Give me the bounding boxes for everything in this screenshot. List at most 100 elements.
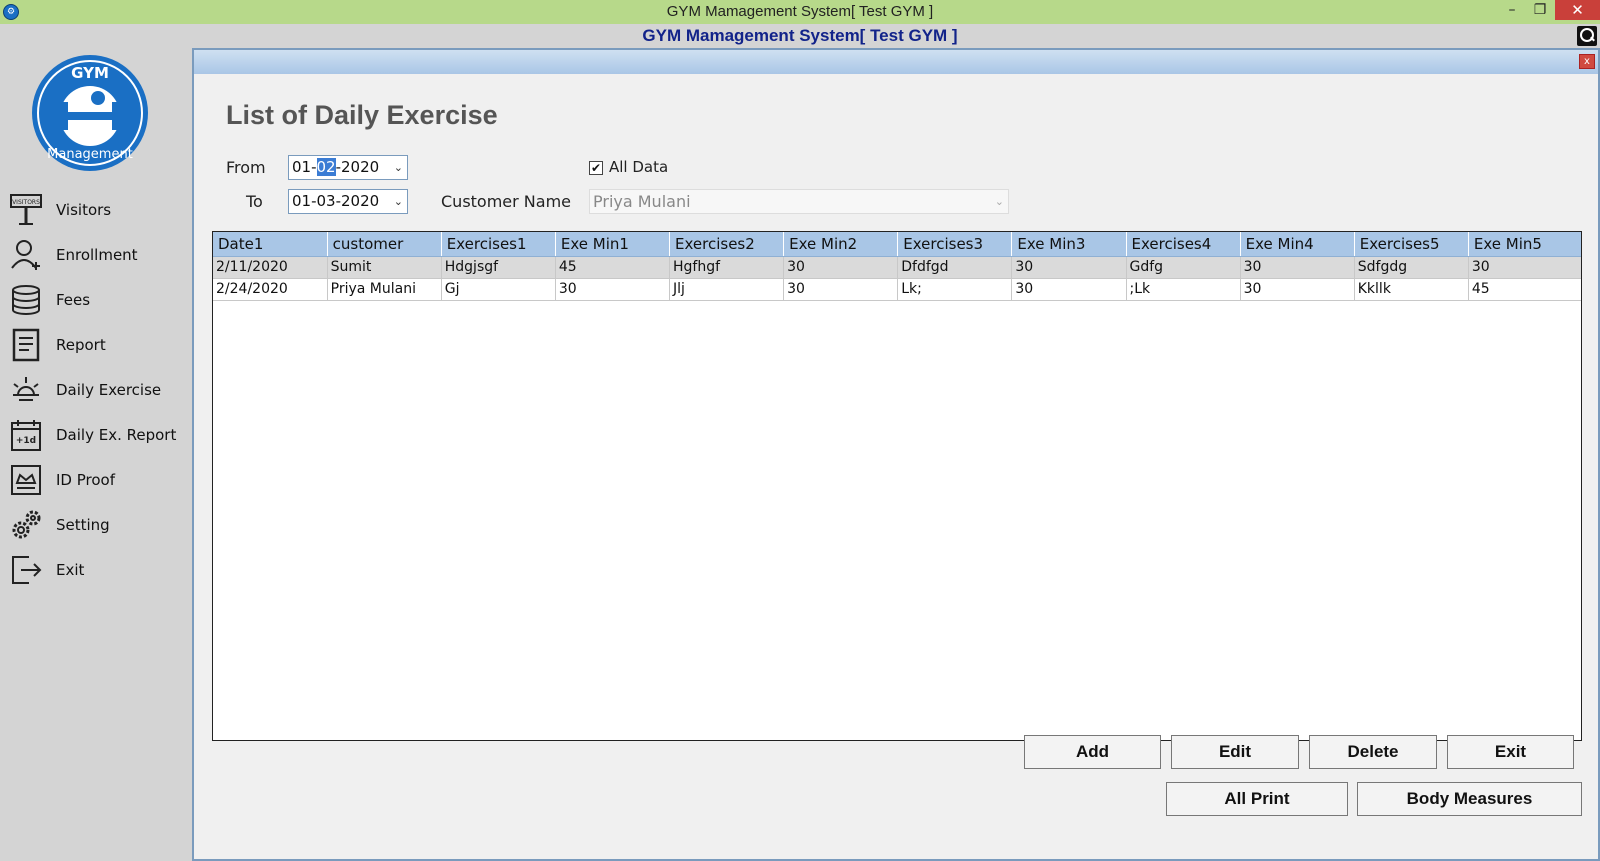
sidebar-item-label: Setting <box>56 516 110 534</box>
search-icon[interactable] <box>1577 26 1597 46</box>
table-cell: 45 <box>1468 278 1581 301</box>
from-date-selected: 02 <box>316 158 336 176</box>
table-cell: 30 <box>783 278 899 301</box>
gym-logo: GYM Management <box>32 55 148 171</box>
sidebar: GYM Management VISITORS Visitors Enrollm… <box>0 48 192 861</box>
id-card-icon <box>8 462 44 498</box>
column-header[interactable]: Exercises1 <box>441 232 556 257</box>
form-close-button[interactable]: x <box>1579 54 1595 69</box>
table-cell: Kkllk <box>1354 278 1469 301</box>
exit-door-icon <box>8 552 44 588</box>
all-data-checkbox[interactable]: ✔ <box>589 161 603 175</box>
sidebar-item-label: Fees <box>56 291 91 309</box>
table-cell: 2/11/2020 <box>213 256 328 279</box>
column-header[interactable]: Exe Min4 <box>1240 232 1355 257</box>
table-cell: Gdfg <box>1126 256 1241 279</box>
window-titlebar: ⚙ GYM Mamagement System[ Test GYM ] – ❐ … <box>0 0 1600 24</box>
column-header[interactable]: Exe Min5 <box>1468 232 1581 257</box>
table-cell: 30 <box>783 256 899 279</box>
table-cell: Sdfgdg <box>1354 256 1469 279</box>
mdi-title: GYM Mamagement System[ Test GYM ] <box>642 26 958 45</box>
svg-text:+1d: +1d <box>16 436 36 446</box>
chevron-down-icon[interactable]: ⌄ <box>394 190 403 213</box>
table-cell: Sumit <box>327 256 442 279</box>
column-header[interactable]: Exe Min3 <box>1011 232 1127 257</box>
calendar-plus-icon: +1d <box>8 417 44 453</box>
from-date-post: -2020 <box>335 158 380 176</box>
table-cell: 30 <box>1468 256 1581 279</box>
all-print-button[interactable]: All Print <box>1166 782 1348 816</box>
sidebar-item-fees[interactable]: Fees <box>8 280 192 320</box>
to-date-picker[interactable]: 01-03-2020 ⌄ <box>288 189 408 214</box>
coins-icon <box>8 282 44 318</box>
sidebar-item-label: ID Proof <box>56 471 115 489</box>
sidebar-item-daily-ex-report[interactable]: +1d Daily Ex. Report <box>8 415 192 455</box>
table-cell: Priya Mulani <box>327 278 442 301</box>
table-cell: 30 <box>1240 256 1355 279</box>
from-date-pre: 01- <box>292 158 317 176</box>
page-title: List of Daily Exercise <box>226 100 498 130</box>
sidebar-item-id-proof[interactable]: ID Proof <box>8 460 192 500</box>
table-cell: ;Lk <box>1126 278 1241 301</box>
column-header[interactable]: Exe Min1 <box>555 232 671 257</box>
to-label: To <box>246 192 263 211</box>
table-cell: Hdgjsgf <box>441 256 556 279</box>
table-cell: Lk; <box>897 278 1013 301</box>
svg-text:VISITORS: VISITORS <box>12 199 40 206</box>
body-measures-button[interactable]: Body Measures <box>1357 782 1582 816</box>
sidebar-item-exit[interactable]: Exit <box>8 550 192 590</box>
visitors-sign-icon: VISITORS <box>8 192 44 228</box>
maximize-button[interactable]: ❐ <box>1520 0 1560 20</box>
sidebar-item-setting[interactable]: Setting <box>8 505 192 545</box>
edit-button[interactable]: Edit <box>1171 735 1299 769</box>
exercise-grid[interactable]: Date1 customer Exercises1 Exe Min1 Exerc… <box>212 231 1582 741</box>
form-titlebar <box>194 48 1598 74</box>
sidebar-item-label: Enrollment <box>56 246 138 264</box>
report-document-icon <box>8 327 44 363</box>
column-header[interactable]: Exercises5 <box>1354 232 1469 257</box>
window-close-button[interactable]: ✕ <box>1555 0 1600 20</box>
sidebar-item-label: Visitors <box>56 201 112 219</box>
window-title: GYM Mamagement System[ Test GYM ] <box>666 3 934 20</box>
table-cell: 30 <box>1011 278 1127 301</box>
sidebar-item-report[interactable]: Report <box>8 325 192 365</box>
all-data-label: All Data <box>609 158 669 176</box>
table-row[interactable]: 2/11/2020 Sumit Hdgjsgf 45 Hgfhgf 30 Dfd… <box>213 256 1581 279</box>
sidebar-item-label: Report <box>56 336 106 354</box>
chevron-down-icon[interactable]: ⌄ <box>995 190 1004 213</box>
sidebar-item-label: Exit <box>56 561 85 579</box>
customer-name-value: Priya Mulani <box>593 192 691 211</box>
table-row[interactable]: 2/24/2020 Priya Mulani Gj 30 Jlj 30 Lk; … <box>213 278 1581 301</box>
table-cell: 45 <box>555 256 671 279</box>
column-header[interactable]: Date1 <box>213 232 328 257</box>
table-cell: Gj <box>441 278 556 301</box>
sidebar-item-enrollment[interactable]: Enrollment <box>8 235 192 275</box>
logo-top-text: GYM <box>71 64 109 82</box>
table-cell: Hgfhgf <box>669 256 785 279</box>
column-header[interactable]: Exercises4 <box>1126 232 1241 257</box>
add-button[interactable]: Add <box>1024 735 1161 769</box>
delete-button[interactable]: Delete <box>1309 735 1437 769</box>
column-header[interactable]: customer <box>327 232 442 257</box>
sidebar-item-daily-exercise[interactable]: Daily Exercise <box>8 370 192 410</box>
sun-icon <box>8 372 44 408</box>
column-header[interactable]: Exercises2 <box>669 232 785 257</box>
exit-button[interactable]: Exit <box>1447 735 1574 769</box>
from-label: From <box>226 158 266 177</box>
table-cell: Dfdfgd <box>897 256 1013 279</box>
table-cell: 30 <box>1011 256 1127 279</box>
mdi-header: GYM Mamagement System[ Test GYM ] <box>0 24 1600 48</box>
logo-bottom-text: Management <box>47 147 133 162</box>
column-header[interactable]: Exercises3 <box>897 232 1013 257</box>
daily-exercise-form: x List of Daily Exercise From 01-02-2020… <box>192 48 1600 861</box>
chevron-down-icon[interactable]: ⌄ <box>394 156 403 179</box>
table-header-row: Date1 customer Exercises1 Exe Min1 Exerc… <box>213 232 1581 257</box>
table-cell: 30 <box>555 278 671 301</box>
customer-name-combo[interactable]: Priya Mulani ⌄ <box>589 189 1009 214</box>
column-header[interactable]: Exe Min2 <box>783 232 899 257</box>
table-cell: Jlj <box>669 278 785 301</box>
user-add-icon <box>8 237 44 273</box>
table-cell: 2/24/2020 <box>213 278 328 301</box>
from-date-picker[interactable]: 01-02-2020 ⌄ <box>288 155 408 180</box>
sidebar-item-visitors[interactable]: VISITORS Visitors <box>8 190 192 230</box>
